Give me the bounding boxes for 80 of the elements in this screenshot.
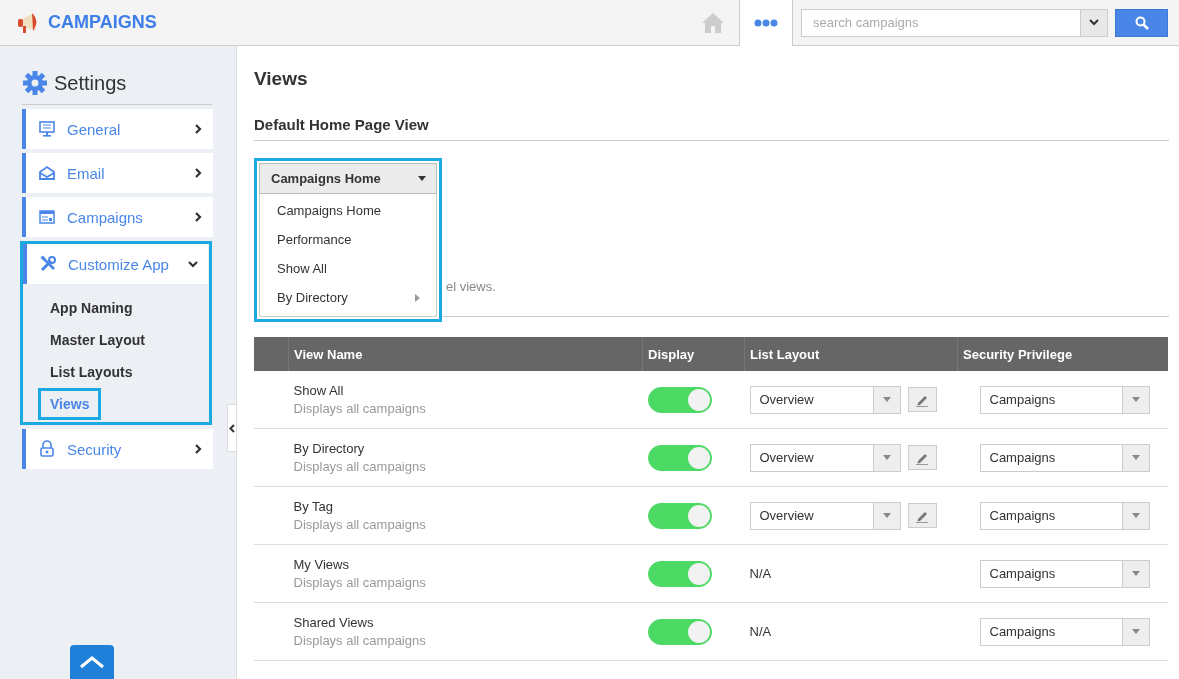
list-layout-text: N/A <box>749 624 772 639</box>
edit-button[interactable] <box>907 445 937 470</box>
page-title: Views <box>254 68 309 90</box>
description-text: el views. <box>446 279 496 294</box>
caret-icon <box>1131 397 1140 402</box>
security-select[interactable]: Campaigns <box>979 385 1150 414</box>
sidebar-item[interactable]: Campaigns <box>22 197 213 237</box>
edit-button[interactable] <box>907 387 937 412</box>
display-toggle[interactable] <box>647 386 712 413</box>
security-select[interactable]: Campaigns <box>979 501 1150 530</box>
caret-icon <box>882 455 891 460</box>
chevron-up-icon <box>79 655 105 669</box>
menu-option[interactable]: By Directory <box>260 283 436 312</box>
edit-button[interactable] <box>907 503 937 528</box>
column-header: Display <box>642 337 745 371</box>
display-toggle[interactable] <box>647 502 712 529</box>
view-description: Displays all campaigns <box>293 459 427 474</box>
submenu-item[interactable]: Master Layout <box>38 324 157 356</box>
chevron-down-icon <box>188 259 198 269</box>
security-select[interactable]: Campaigns <box>979 443 1150 472</box>
search-field[interactable]: search campaigns <box>801 8 1081 37</box>
view-name: My Views <box>293 557 350 572</box>
tools-icon <box>39 255 57 273</box>
search-options-button[interactable] <box>1081 8 1108 37</box>
caret-icon <box>882 397 891 402</box>
monitor-icon <box>38 120 56 138</box>
app-title: CAMPAIGNS <box>48 12 157 33</box>
list-layout-select[interactable]: Overview <box>749 501 901 530</box>
caret-icon <box>1131 571 1140 576</box>
caret-icon <box>1131 455 1140 460</box>
column-header: List Layout <box>744 337 958 371</box>
caret-icon <box>1131 513 1140 518</box>
view-description: Displays all campaigns <box>293 575 427 590</box>
security-select[interactable]: Campaigns <box>979 617 1150 646</box>
chevron-right-icon <box>193 212 203 222</box>
menu-option[interactable]: Show All <box>260 254 436 283</box>
envelope-icon <box>38 164 56 182</box>
column-header: View Name <box>288 337 643 371</box>
view-name: Shared Views <box>293 615 375 630</box>
column-header: Security Privilege <box>957 337 1168 371</box>
chevron-right-icon <box>193 444 203 454</box>
view-name: By Directory <box>293 441 366 456</box>
submenu-item[interactable]: List Layouts <box>38 356 145 388</box>
sidebar-title: Settings <box>54 71 127 95</box>
back-to-top-button[interactable] <box>70 645 114 679</box>
submenu-item[interactable]: App Naming <box>38 292 145 324</box>
menu-option[interactable]: Campaigns Home <box>260 196 436 225</box>
view-name: Show All <box>293 383 345 398</box>
menu-option[interactable]: Performance <box>260 225 436 254</box>
lock-icon <box>38 440 56 458</box>
sidebar-item[interactable]: Email <box>22 153 213 193</box>
security-select[interactable]: Campaigns <box>979 559 1150 588</box>
sidebar-item[interactable]: Security <box>22 429 213 469</box>
list-layout-select[interactable]: Overview <box>749 443 901 472</box>
chevron-right-icon <box>193 168 203 178</box>
view-description: Displays all campaigns <box>293 401 427 416</box>
search-button[interactable] <box>1115 8 1168 37</box>
caret-icon <box>1131 629 1140 634</box>
caret-icon <box>418 176 426 181</box>
caret-icon <box>882 513 891 518</box>
home-view-dropdown[interactable]: Campaigns Home <box>259 163 437 194</box>
view-name: By Tag <box>293 499 334 514</box>
chevron-left-icon <box>229 423 235 433</box>
search-icon <box>1134 15 1149 30</box>
more-icon[interactable] <box>754 19 778 27</box>
list-layout-text: N/A <box>749 566 772 581</box>
display-toggle[interactable] <box>647 618 712 645</box>
chevron-down-icon <box>1089 19 1099 26</box>
sidebar-item[interactable]: Customize App <box>23 244 208 284</box>
list-layout-select[interactable]: Overview <box>749 385 901 414</box>
settings-icon <box>22 70 48 96</box>
window-icon <box>38 208 56 226</box>
collapse-handle[interactable] <box>227 404 237 452</box>
chevron-right-icon <box>193 124 203 134</box>
view-description: Displays all campaigns <box>293 517 427 532</box>
sidebar-item[interactable]: General <box>22 109 213 149</box>
display-toggle[interactable] <box>647 560 712 587</box>
section-title: Default Home Page View <box>254 116 1169 141</box>
display-toggle[interactable] <box>647 444 712 471</box>
view-description: Displays all campaigns <box>293 633 427 648</box>
